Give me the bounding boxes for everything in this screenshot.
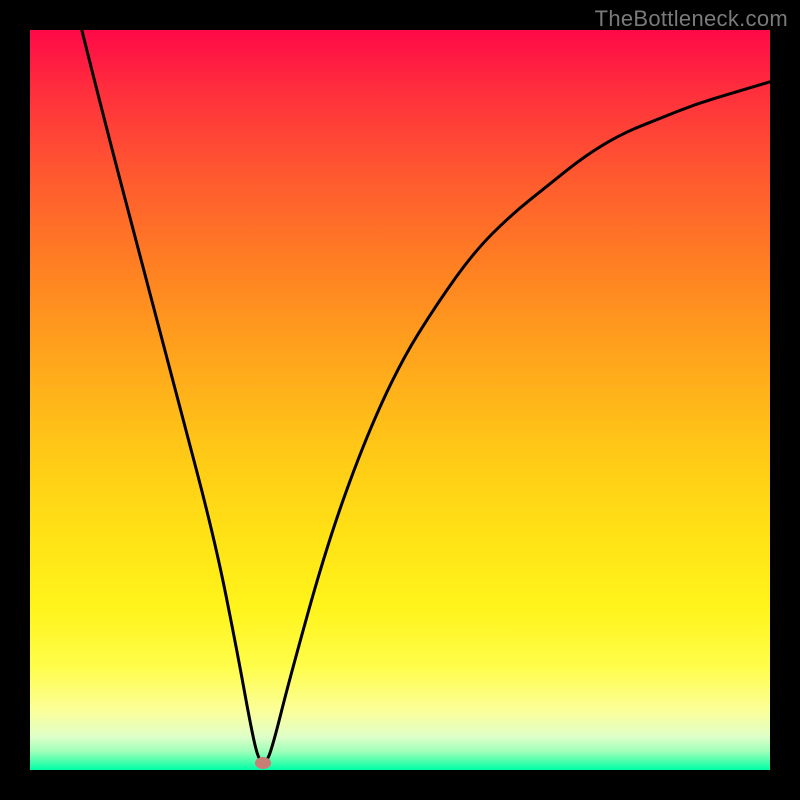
chart-frame: TheBottleneck.com bbox=[0, 0, 800, 800]
optimal-point-marker bbox=[255, 757, 271, 769]
plot-area bbox=[30, 30, 770, 770]
watermark-text: TheBottleneck.com bbox=[595, 6, 788, 32]
bottleneck-curve bbox=[30, 30, 770, 770]
